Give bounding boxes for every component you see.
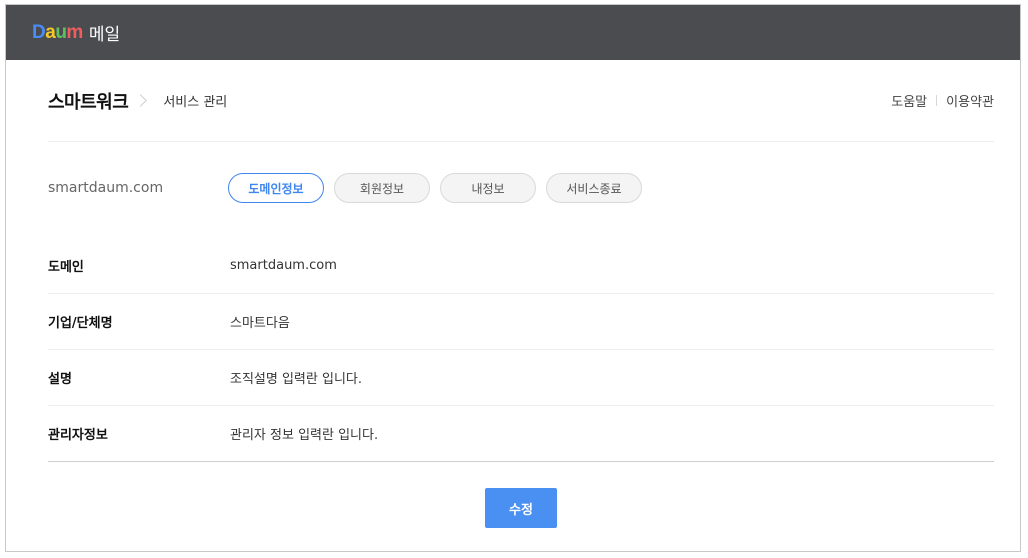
help-link[interactable]: 도움말: [891, 91, 927, 110]
tab-member-info[interactable]: 회원정보: [334, 173, 430, 203]
chevron-right-icon: [134, 94, 148, 107]
table-row: 기업/단체명 스마트다음: [48, 294, 994, 350]
terms-link[interactable]: 이용약관: [946, 91, 994, 110]
row-value: 관리자 정보 입력란 입니다.: [230, 428, 379, 443]
utility-links: 도움말 이용약관: [891, 91, 994, 110]
domain-name: smartdaum.com: [48, 180, 164, 196]
logo-letter-a: a: [45, 21, 56, 43]
row-value: 스마트다음: [230, 316, 290, 331]
top-bar: Daum 메일: [6, 5, 1020, 60]
table-row: 설명 조직설명 입력란 입니다.: [48, 350, 994, 406]
tab-list: 도메인정보 회원정보 내정보 서비스종료: [228, 173, 642, 207]
logo-letter-d: D: [32, 21, 46, 43]
edit-button[interactable]: 수정: [485, 488, 557, 528]
row-label: 관리자정보: [48, 428, 108, 443]
divider: [936, 95, 938, 106]
row-label: 도메인: [48, 260, 84, 275]
logo-letter-u: u: [55, 21, 67, 43]
row-value: smartdaum.com: [230, 258, 337, 273]
table-row: 관리자정보 관리자 정보 입력란 입니다.: [48, 406, 994, 462]
app-window: Daum 메일 스마트워크 서비스 관리 도움말 이용약관 smartdaum.…: [5, 4, 1021, 552]
table-row: 도메인 smartdaum.com: [48, 238, 994, 294]
tab-row: smartdaum.com 도메인정보 회원정보 내정보 서비스종료: [48, 142, 994, 238]
brand-title[interactable]: 스마트워크: [48, 88, 129, 114]
row-value: 조직설명 입력란 입니다.: [230, 372, 362, 387]
tab-my-info[interactable]: 내정보: [440, 173, 536, 203]
page-header: 스마트워크 서비스 관리 도움말 이용약관: [48, 60, 994, 142]
breadcrumb: 서비스 관리: [163, 95, 228, 110]
daum-logo[interactable]: Daum: [32, 22, 83, 44]
main-content: 스마트워크 서비스 관리 도움말 이용약관 smartdaum.com 도메인정…: [48, 60, 994, 528]
logo-letter-m: m: [66, 21, 83, 43]
action-bar: 수정: [48, 488, 994, 528]
service-name[interactable]: 메일: [89, 20, 120, 45]
tab-domain-info[interactable]: 도메인정보: [228, 173, 324, 203]
tab-service-termination[interactable]: 서비스종료: [546, 173, 642, 203]
row-label: 설명: [48, 372, 72, 387]
info-table: 도메인 smartdaum.com 기업/단체명 스마트다음 설명 조직설명 입…: [48, 238, 994, 462]
row-label: 기업/단체명: [48, 316, 113, 331]
